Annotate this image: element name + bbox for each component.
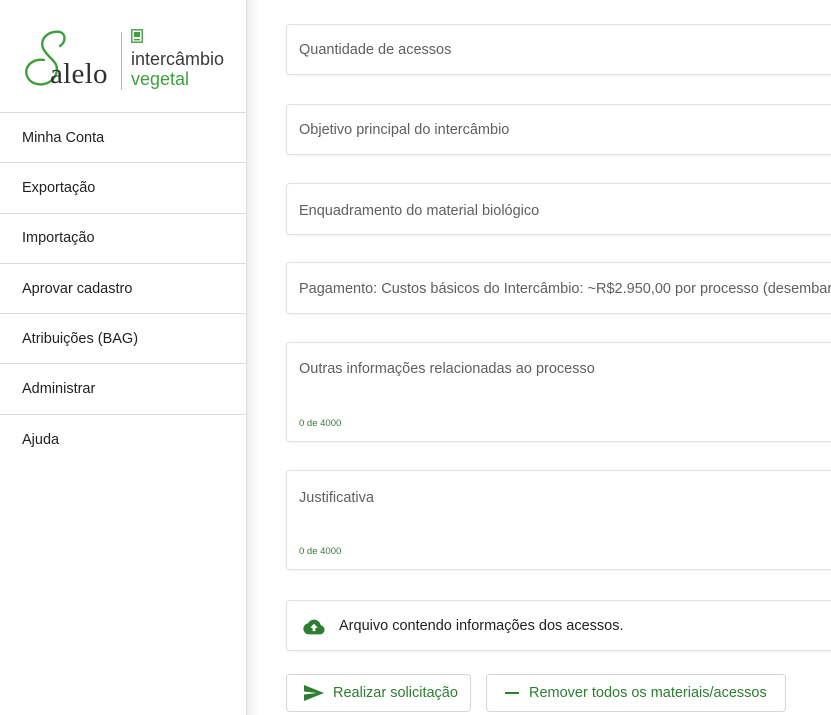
- sidebar-item-ajuda[interactable]: Ajuda: [0, 415, 246, 465]
- sidebar-item-label: Aprovar cadastro: [22, 280, 133, 297]
- sidebar-item-aprovar-cadastro[interactable]: Aprovar cadastro: [0, 264, 246, 315]
- sidebar-item-administrar[interactable]: Administrar: [0, 364, 246, 415]
- sidebar: alelo intercâmbio vegetal Minha Conta Ex…: [0, 0, 246, 715]
- sidebar-item-importacao[interactable]: Importação: [0, 214, 246, 264]
- remove-all-label: Remover todos os materiais/acessos: [529, 685, 767, 701]
- file-upload-button[interactable]: Arquivo contendo informações dos acessos…: [286, 600, 831, 651]
- sidebar-shadow: [247, 0, 259, 715]
- outras-informacoes-counter: 0 de 4000: [299, 418, 342, 429]
- enquadramento-material-field[interactable]: Enquadramento do material biológico: [286, 183, 831, 235]
- remove-all-button[interactable]: Remover todos os materiais/acessos: [486, 674, 786, 712]
- pagamento-field[interactable]: Pagamento: Custos básicos do Intercâmbio…: [286, 262, 831, 314]
- sidebar-item-label: Importação: [22, 230, 95, 247]
- brand-name: alelo: [50, 58, 108, 90]
- product-name-line2: vegetal: [131, 69, 190, 89]
- outras-informacoes-label: Outras informações relacionadas ao proce…: [299, 361, 595, 377]
- sidebar-item-label: Exportação: [22, 179, 96, 196]
- product-name-line1: intercâmbio: [131, 49, 225, 69]
- justificativa-counter: 0 de 4000: [299, 546, 342, 557]
- request-form: Quantidade de acessos Objetivo principal…: [286, 0, 831, 715]
- submit-request-button[interactable]: Realizar solicitação: [286, 674, 471, 712]
- brand-logo[interactable]: alelo intercâmbio vegetal: [0, 0, 246, 113]
- minus-icon: [505, 692, 519, 694]
- sidebar-item-atribuicoes[interactable]: Atribuições (BAG): [0, 314, 246, 365]
- sidebar-item-label: Atribuições (BAG): [22, 330, 139, 347]
- sidebar-item-label: Administrar: [22, 381, 96, 398]
- document-icon: [131, 29, 143, 43]
- sidebar-item-label: Ajuda: [22, 431, 60, 448]
- outras-informacoes-textarea[interactable]: Outras informações relacionadas ao proce…: [286, 342, 831, 442]
- file-upload-label: Arquivo contendo informações dos acessos…: [339, 618, 624, 634]
- quantidade-acessos-field[interactable]: Quantidade de acessos: [286, 24, 831, 75]
- sidebar-menu: Minha Conta Exportação Importação Aprova…: [0, 113, 246, 465]
- sidebar-item-exportacao[interactable]: Exportação: [0, 163, 246, 214]
- justificativa-textarea[interactable]: Justificativa 0 de 4000: [286, 470, 831, 570]
- enquadramento-material-label: Enquadramento do material biológico: [299, 203, 540, 219]
- sidebar-item-minha-conta[interactable]: Minha Conta: [0, 113, 246, 164]
- justificativa-label: Justificativa: [299, 490, 374, 506]
- submit-request-label: Realizar solicitação: [333, 685, 458, 701]
- logo-divider: [121, 32, 122, 90]
- pagamento-label: Pagamento: Custos básicos do Intercâmbio…: [299, 281, 831, 297]
- sidebar-item-label: Minha Conta: [22, 129, 105, 146]
- objetivo-principal-label: Objetivo principal do intercâmbio: [299, 122, 510, 138]
- send-icon: [304, 685, 324, 701]
- objetivo-principal-field[interactable]: Objetivo principal do intercâmbio: [286, 104, 831, 155]
- cloud-upload-icon: [303, 619, 325, 635]
- quantidade-acessos-label: Quantidade de acessos: [299, 42, 452, 58]
